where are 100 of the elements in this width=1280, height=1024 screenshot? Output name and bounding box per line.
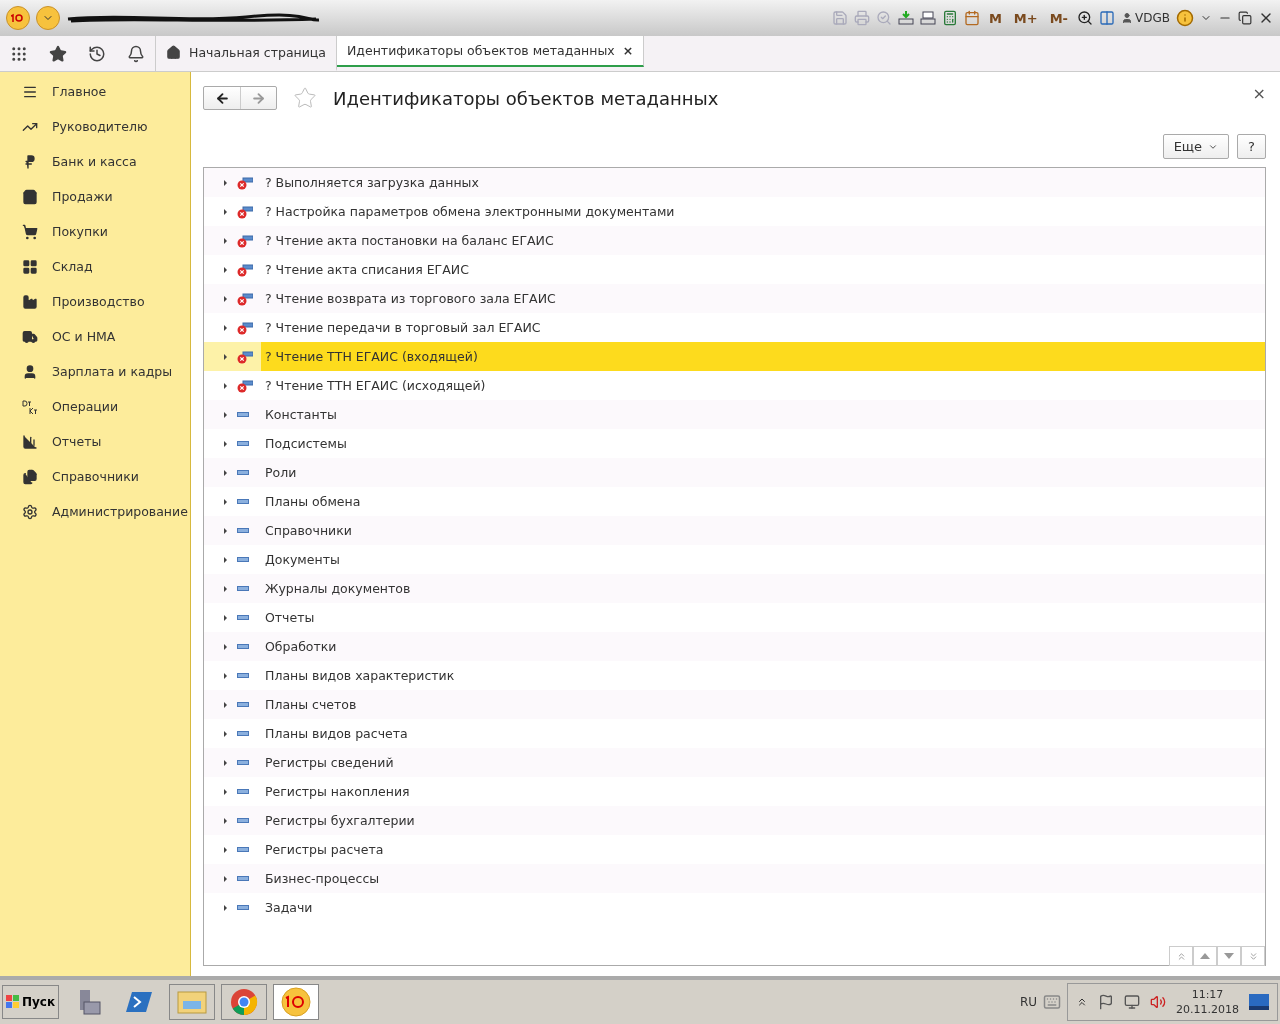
notifications-icon[interactable] bbox=[126, 44, 145, 63]
expand-arrow-icon[interactable] bbox=[224, 208, 227, 215]
grid-icon bbox=[22, 258, 38, 275]
app-logo-icon bbox=[6, 6, 30, 30]
expand-arrow-icon[interactable] bbox=[224, 585, 227, 592]
user-name[interactable]: VDGB bbox=[1121, 11, 1170, 25]
group-icon bbox=[237, 789, 249, 794]
memory-button[interactable]: M bbox=[985, 10, 1005, 26]
sidebar-item[interactable]: Администрирование bbox=[0, 494, 190, 529]
terminal-icon bbox=[126, 990, 155, 1014]
row-label: ? Настройка параметров обмена электронными документами bbox=[264, 203, 676, 221]
expand-arrow-icon[interactable] bbox=[224, 411, 227, 418]
row-label: Регистры сведений bbox=[264, 754, 395, 772]
tree-row[interactable]: ? Чтение возврата из торгового зала ЕГАИС bbox=[204, 284, 1265, 313]
more-button[interactable]: Еще bbox=[1162, 134, 1230, 159]
sidebar-item[interactable]: Главное bbox=[0, 74, 190, 109]
expand-arrow-icon[interactable] bbox=[224, 817, 227, 824]
expand-arrow-icon[interactable] bbox=[224, 730, 227, 737]
sidebar-item[interactable]: Отчеты bbox=[0, 424, 190, 459]
cart-icon bbox=[22, 223, 38, 240]
favorite-star-icon[interactable] bbox=[293, 86, 317, 110]
tree-row[interactable]: Планы счетов bbox=[204, 690, 1265, 719]
expand-arrow-icon[interactable] bbox=[224, 237, 227, 244]
sidebar-item[interactable]: Руководителю bbox=[0, 109, 190, 144]
show-hidden-icon[interactable] bbox=[1076, 996, 1088, 1008]
network-icon[interactable] bbox=[1124, 994, 1140, 1010]
expand-arrow-icon[interactable] bbox=[224, 295, 227, 302]
row-label: ? Выполняется загрузка данных bbox=[264, 174, 480, 192]
group-icon bbox=[237, 673, 249, 678]
expand-arrow-icon[interactable] bbox=[224, 701, 227, 708]
row-label: Планы видов расчета bbox=[264, 725, 409, 743]
page-down-button[interactable] bbox=[1217, 946, 1241, 966]
group-icon bbox=[237, 818, 249, 823]
sidebar-item[interactable]: Операции bbox=[0, 389, 190, 424]
expand-arrow-icon[interactable] bbox=[224, 179, 227, 186]
tree-row[interactable]: Журналы документов bbox=[204, 574, 1265, 603]
page-up-button[interactable] bbox=[1193, 946, 1217, 966]
expand-arrow-icon[interactable] bbox=[224, 382, 227, 389]
tree-row[interactable]: Константы bbox=[204, 400, 1265, 429]
panel-icon[interactable] bbox=[1099, 10, 1115, 26]
memory-button[interactable]: M+ bbox=[1010, 10, 1041, 26]
error-object-icon bbox=[237, 175, 253, 190]
info-icon[interactable] bbox=[1176, 9, 1194, 27]
tree-row[interactable]: Справочники bbox=[204, 516, 1265, 545]
language-indicator[interactable]: RU bbox=[1019, 995, 1037, 1009]
tree-row[interactable]: ? Чтение акта постановки на баланс ЕГАИС bbox=[204, 226, 1265, 255]
expand-arrow-icon[interactable] bbox=[224, 324, 227, 331]
restore-icon[interactable] bbox=[1238, 11, 1252, 25]
tree-row[interactable]: Бизнес-процессы bbox=[204, 864, 1265, 893]
calendar-icon[interactable] bbox=[963, 10, 980, 26]
import-icon[interactable] bbox=[897, 10, 914, 26]
expand-arrow-icon[interactable] bbox=[224, 556, 227, 563]
expand-arrow-icon[interactable] bbox=[224, 875, 227, 882]
sidebar-item[interactable]: Зарплата и кадры bbox=[0, 354, 190, 389]
sidebar-item[interactable]: Банк и касса bbox=[0, 144, 190, 179]
clock[interactable]: 11:17 20.11.2018 bbox=[1176, 987, 1239, 1017]
expand-arrow-icon[interactable] bbox=[224, 353, 227, 360]
zoom-icon[interactable] bbox=[1077, 10, 1093, 26]
expand-arrow-icon[interactable] bbox=[224, 527, 227, 534]
tree-row[interactable]: Регистры сведений bbox=[204, 748, 1265, 777]
expand-arrow-icon[interactable] bbox=[224, 440, 227, 447]
expand-arrow-icon[interactable] bbox=[224, 759, 227, 766]
sidebar-item[interactable]: Покупки bbox=[0, 214, 190, 249]
sidebar-item[interactable]: ОС и НМА bbox=[0, 319, 190, 354]
tab[interactable]: Идентификаторы объектов метаданных × bbox=[337, 36, 645, 67]
calculator-icon[interactable] bbox=[941, 10, 958, 26]
expand-arrow-icon[interactable] bbox=[224, 266, 227, 273]
expand-arrow-icon[interactable] bbox=[224, 788, 227, 795]
expand-arrow-icon[interactable] bbox=[224, 643, 227, 650]
apps-icon[interactable] bbox=[10, 44, 29, 63]
tree-row[interactable]: ? Выполняется загрузка данных bbox=[204, 168, 1265, 197]
dropdown-button[interactable] bbox=[36, 6, 60, 30]
memory-button[interactable]: M- bbox=[1046, 10, 1071, 26]
debit-credit-icon bbox=[22, 398, 38, 415]
tab-label: Начальная страница bbox=[189, 45, 326, 60]
expand-arrow-icon[interactable] bbox=[224, 469, 227, 476]
favorites-icon[interactable] bbox=[49, 44, 68, 63]
close-form-button[interactable]: × bbox=[1252, 84, 1266, 103]
sidebar-item[interactable]: Продажи bbox=[0, 179, 190, 214]
tree-row[interactable]: Регистры бухгалтерии bbox=[204, 806, 1265, 835]
sidebar-item[interactable]: Производство bbox=[0, 284, 190, 319]
expand-arrow-icon[interactable] bbox=[224, 846, 227, 853]
row-label: Подсистемы bbox=[264, 435, 348, 453]
expand-arrow-icon[interactable] bbox=[224, 904, 227, 911]
speaker-icon[interactable] bbox=[1150, 994, 1166, 1010]
onec-app-button[interactable] bbox=[273, 984, 320, 1020]
history-icon[interactable] bbox=[87, 44, 106, 63]
sidebar-item[interactable]: Справочники bbox=[0, 459, 190, 494]
close-tab-icon[interactable]: × bbox=[622, 43, 634, 58]
help-button[interactable]: ? bbox=[1237, 134, 1266, 159]
expand-arrow-icon[interactable] bbox=[224, 498, 227, 505]
sidebar-item[interactable]: Склад bbox=[0, 249, 190, 284]
flag-icon[interactable] bbox=[1098, 994, 1114, 1010]
start-button[interactable]: Пуск bbox=[2, 985, 60, 1019]
group-icon bbox=[237, 470, 249, 475]
expand-arrow-icon[interactable] bbox=[224, 614, 227, 621]
browser-button[interactable] bbox=[221, 984, 268, 1020]
tree-row[interactable]: Роли bbox=[204, 458, 1265, 487]
tree-row[interactable]: Обработки bbox=[204, 632, 1265, 661]
expand-arrow-icon[interactable] bbox=[224, 672, 227, 679]
